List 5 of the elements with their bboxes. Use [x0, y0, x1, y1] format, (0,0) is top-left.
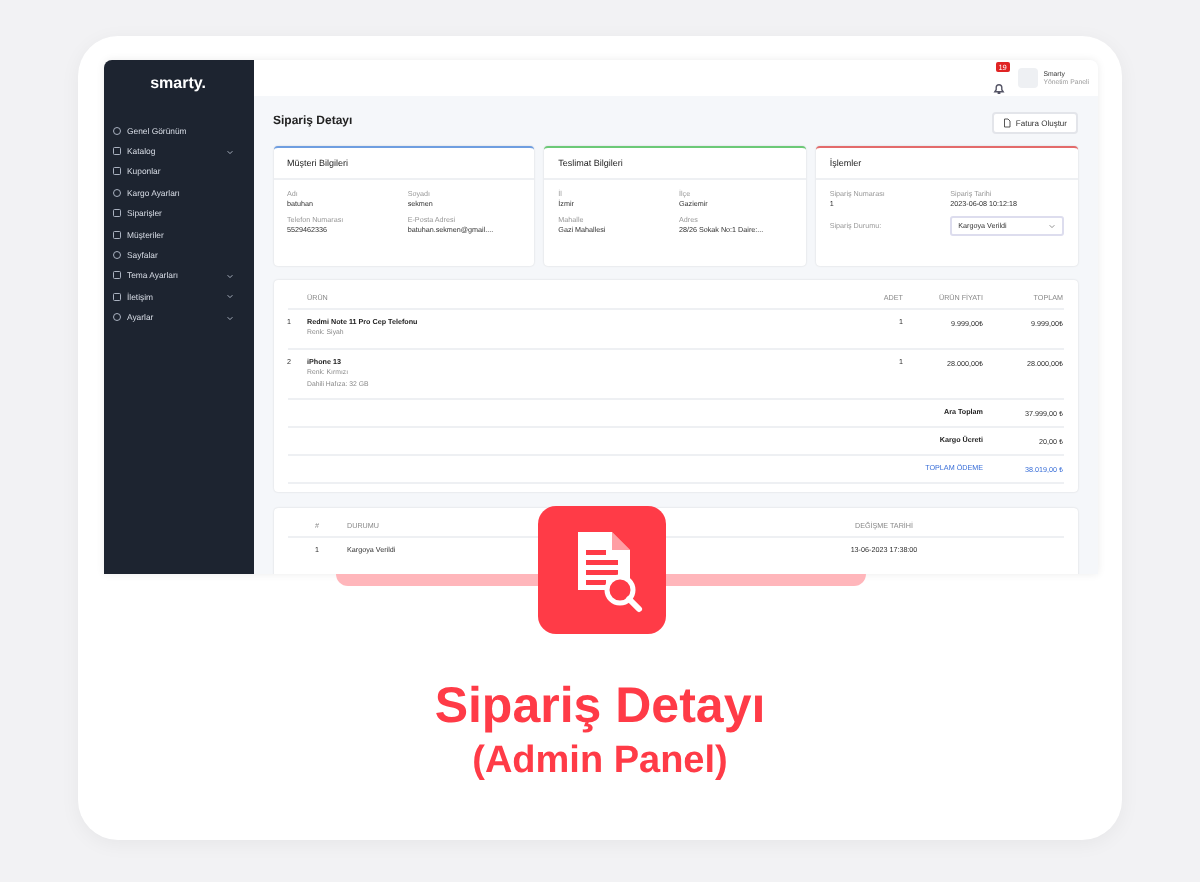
document-icon: [1001, 117, 1012, 127]
subtitle: (Admin Panel): [472, 740, 728, 784]
logo: smarty.: [148, 72, 208, 96]
bell-icon[interactable]: [991, 82, 1006, 96]
headline: Sipariş Detayı: [434, 678, 766, 736]
